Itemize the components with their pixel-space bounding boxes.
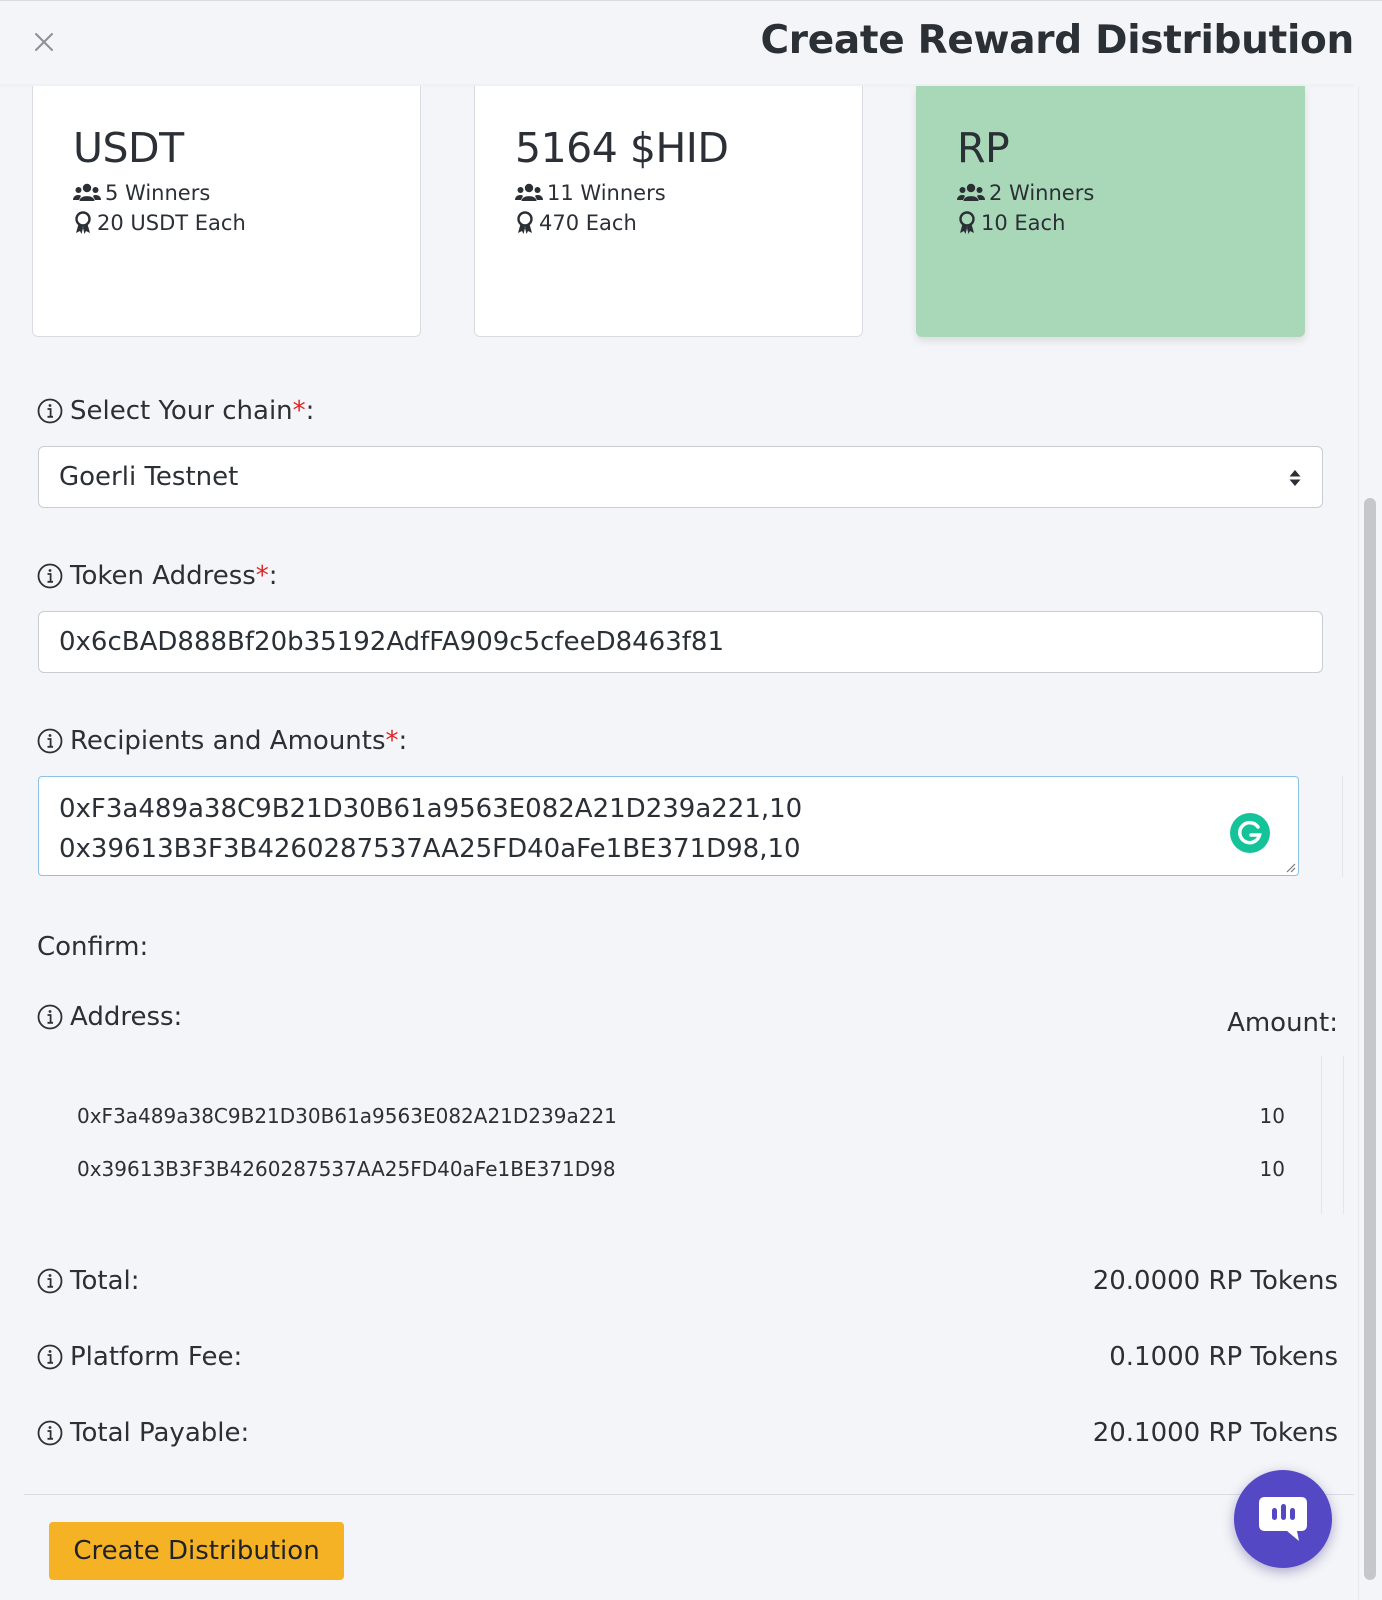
confirm-row-address: 0xF3a489a38C9B21D30B61a9563E082A21D239a2… xyxy=(77,1104,617,1128)
info-icon[interactable] xyxy=(37,1004,63,1030)
footer-divider xyxy=(24,1494,1354,1495)
recipients-textarea[interactable]: 0xF3a489a38C9B21D30B61a9563E082A21D239a2… xyxy=(38,776,1299,876)
chain-select-value: Goerli Testnet xyxy=(59,462,239,492)
confirm-list: 0xF3a489a38C9B21D30B61a9563E082A21D239a2… xyxy=(38,1056,1323,1213)
reward-card-winners-text: 2 Winners xyxy=(989,181,1095,205)
recipients-label-text: Recipients and Amounts xyxy=(70,726,386,756)
platform-fee-row: Platform Fee: 0.1000 RP Tokens xyxy=(37,1342,1338,1372)
reward-card-winners-text: 5 Winners xyxy=(105,181,211,205)
reward-card-each-text: 20 USDT Each xyxy=(97,211,246,235)
users-icon xyxy=(957,183,985,201)
award-icon xyxy=(75,211,91,234)
close-icon[interactable] xyxy=(30,28,58,56)
required-marker: * xyxy=(255,561,269,591)
reward-card-each: 20 USDT Each xyxy=(73,211,380,235)
confirm-row-amount: 10 xyxy=(1259,1157,1285,1181)
info-icon[interactable] xyxy=(37,398,63,424)
total-payable-label: Total Payable: xyxy=(37,1418,249,1448)
token-address-input[interactable]: 0x6cBAD888Bf20b35192AdfFA909c5cfeeD8463f… xyxy=(38,611,1323,673)
reward-card-usdt[interactable]: USDT 5 Winners 20 USDT Each xyxy=(32,86,421,337)
reward-card-winners-text: 11 Winners xyxy=(547,181,666,205)
info-icon[interactable] xyxy=(37,1268,63,1294)
total-payable-label-text: Total Payable: xyxy=(70,1418,250,1448)
platform-fee-label-text: Platform Fee: xyxy=(70,1342,243,1372)
confirm-row-amount: 10 xyxy=(1259,1104,1285,1128)
address-header: Address: xyxy=(37,1002,182,1032)
award-icon xyxy=(517,211,533,234)
reward-card-winners: 11 Winners xyxy=(515,181,822,205)
total-label-text: Total: xyxy=(70,1266,140,1296)
info-icon[interactable] xyxy=(37,1420,63,1446)
textarea-rail xyxy=(1342,776,1343,877)
info-icon[interactable] xyxy=(37,728,63,754)
reward-card-title: USDT xyxy=(73,124,184,172)
chat-launcher-button[interactable] xyxy=(1234,1470,1332,1568)
create-distribution-button[interactable]: Create Distribution xyxy=(49,1522,344,1580)
amount-header: Amount: xyxy=(1227,1008,1338,1038)
total-payable-row: Total Payable: 20.1000 RP Tokens xyxy=(37,1418,1338,1448)
token-address-value: 0x6cBAD888Bf20b35192AdfFA909c5cfeeD8463f… xyxy=(59,627,724,657)
total-value: 20.0000 RP Tokens xyxy=(1092,1266,1338,1296)
info-icon[interactable] xyxy=(37,1344,63,1370)
scrollbar-thumb[interactable] xyxy=(1364,498,1376,1580)
confirm-row: 0x39613B3F3B4260287537AA25FD40aFe1BE371D… xyxy=(77,1157,1285,1181)
recipients-line: 0xF3a489a38C9B21D30B61a9563E082A21D239a2… xyxy=(59,794,803,824)
total-label: Total: xyxy=(37,1266,139,1296)
reward-card-winners: 2 Winners xyxy=(957,181,1264,205)
reward-card-each: 10 Each xyxy=(957,211,1264,235)
modal-title: Create Reward Distribution xyxy=(760,18,1354,63)
confirm-label: Confirm: xyxy=(37,932,149,962)
resize-handle-icon[interactable] xyxy=(1284,861,1296,873)
label-colon: : xyxy=(305,396,315,426)
reward-card-rp[interactable]: RP 2 Winners 10 Each xyxy=(916,86,1305,337)
info-icon[interactable] xyxy=(37,563,63,589)
chat-icon xyxy=(1259,1497,1307,1541)
grammarly-icon[interactable] xyxy=(1230,813,1270,853)
token-label-text: Token Address xyxy=(70,561,256,591)
confirm-row: 0xF3a489a38C9B21D30B61a9563E082A21D239a2… xyxy=(77,1104,1285,1128)
reward-card-winners: 5 Winners xyxy=(73,181,380,205)
recipients-line: 0x39613B3F3B4260287537AA25FD40aFe1BE371D… xyxy=(59,834,801,864)
recipients-label: Recipients and Amounts *: xyxy=(37,726,407,756)
reward-card-each: 470 Each xyxy=(515,211,822,235)
token-label: Token Address *: xyxy=(37,561,278,591)
award-icon xyxy=(959,211,975,234)
reward-card-title: RP xyxy=(957,124,1010,172)
top-border xyxy=(0,0,1382,1)
total-payable-value: 20.1000 RP Tokens xyxy=(1092,1418,1338,1448)
confirm-list-rail xyxy=(1343,1056,1344,1214)
users-icon xyxy=(515,183,543,201)
chain-select[interactable]: Goerli Testnet xyxy=(38,446,1323,508)
label-colon: : xyxy=(398,726,408,756)
label-colon: : xyxy=(268,561,278,591)
reward-card-each-text: 10 Each xyxy=(981,211,1066,235)
address-header-text: Address: xyxy=(70,1002,183,1032)
sort-arrows-icon xyxy=(1289,470,1301,486)
confirm-list-scrollbar[interactable] xyxy=(1321,1056,1322,1214)
reward-card-title: 5164 $HID xyxy=(515,124,729,172)
confirm-row-address: 0x39613B3F3B4260287537AA25FD40aFe1BE371D… xyxy=(77,1157,616,1181)
required-marker: * xyxy=(385,726,399,756)
chain-label-text: Select Your chain xyxy=(70,396,293,426)
required-marker: * xyxy=(292,396,306,426)
total-row: Total: 20.0000 RP Tokens xyxy=(37,1266,1338,1296)
reward-card-hid[interactable]: 5164 $HID 11 Winners 470 Each xyxy=(474,86,863,337)
platform-fee-value: 0.1000 RP Tokens xyxy=(1109,1342,1338,1372)
users-icon xyxy=(73,183,101,201)
reward-card-each-text: 470 Each xyxy=(539,211,637,235)
platform-fee-label: Platform Fee: xyxy=(37,1342,242,1372)
chain-label: Select Your chain *: xyxy=(37,396,314,426)
